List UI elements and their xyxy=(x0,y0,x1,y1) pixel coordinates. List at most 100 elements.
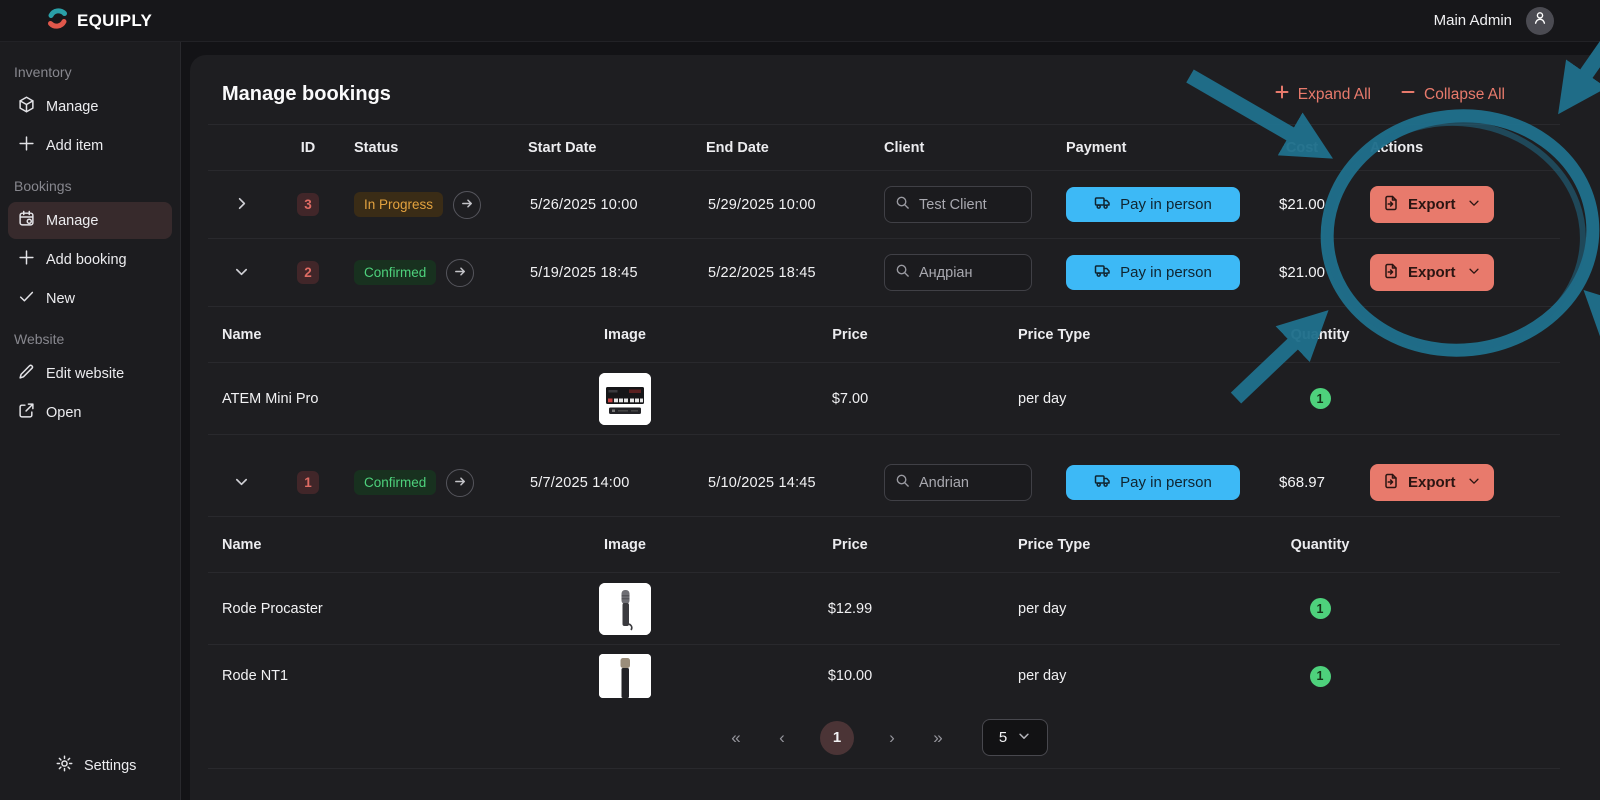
open-booking-button[interactable] xyxy=(446,258,475,287)
sidebar-item-label: Add booking xyxy=(46,251,127,268)
collapse-all-label: Collapse All xyxy=(1424,85,1505,103)
next-page-button[interactable]: › xyxy=(876,722,908,754)
column-header-price: Price xyxy=(832,326,868,343)
end-date-cell: 5/10/2025 14:45 xyxy=(708,474,816,491)
pay-in-person-button[interactable]: Pay in person xyxy=(1066,255,1240,290)
sidebar-item-settings[interactable]: Settings xyxy=(0,747,180,784)
quantity-badge: 1 xyxy=(1309,388,1331,409)
status-badge: Confirmed xyxy=(354,260,437,285)
page-size-select[interactable]: 5 xyxy=(982,719,1048,756)
item-price: $10.00 xyxy=(827,668,873,684)
open-booking-button[interactable] xyxy=(446,468,475,497)
start-date-cell: 5/26/2025 10:00 xyxy=(530,196,638,213)
external-link-icon xyxy=(18,402,35,423)
user-avatar[interactable] xyxy=(1526,6,1554,35)
sidebar-item-label: Settings xyxy=(84,757,137,774)
sidebar-item-add-item[interactable]: Add item xyxy=(8,127,172,164)
sidebar-item-label: Manage xyxy=(46,212,99,229)
item-price: $7.00 xyxy=(831,390,869,407)
export-button[interactable]: Export xyxy=(1370,464,1494,501)
status-badge: Confirmed xyxy=(354,470,437,495)
atem-mini-pro-thumbnail xyxy=(599,372,651,425)
client-value: Test Client xyxy=(919,196,987,213)
booking-row: 2 Confirmed 5/19/2025 18:45 5/22/2025 18… xyxy=(208,239,1560,307)
rode-nt1-thumbnail xyxy=(599,654,651,698)
last-page-button[interactable]: » xyxy=(922,722,954,754)
open-booking-button[interactable] xyxy=(453,190,482,219)
pay-in-person-button[interactable]: Pay in person xyxy=(1066,187,1240,222)
column-header-name: Name xyxy=(222,536,262,553)
quantity-badge: 1 xyxy=(1309,665,1331,687)
search-icon xyxy=(895,195,910,214)
rode-procaster-thumbnail xyxy=(599,582,651,635)
quantity-badge: 1 xyxy=(1309,598,1331,619)
sidebar: Inventory Manage Add item Bookings Manag… xyxy=(0,42,181,800)
sidebar-section-inventory: Inventory xyxy=(14,64,72,80)
previous-page-button[interactable]: ‹ xyxy=(766,722,798,754)
sidebar-section-bookings: Bookings xyxy=(14,178,72,194)
items-header-row: Name Image Price Price Type Quantity xyxy=(208,307,1560,363)
booking-row: 3 In Progress 5/26/2025 10:00 5/29/2025 … xyxy=(208,171,1560,239)
sidebar-item-label: Open xyxy=(46,404,82,421)
cost-cell: $21.00 xyxy=(1279,196,1325,213)
check-icon xyxy=(18,288,35,309)
client-search-input[interactable]: Andrian xyxy=(884,464,1032,501)
arrow-right-icon xyxy=(453,264,468,282)
pay-button-label: Pay in person xyxy=(1120,264,1212,281)
export-button[interactable]: Export xyxy=(1370,254,1494,291)
current-page-button[interactable]: 1 xyxy=(820,720,854,755)
search-icon xyxy=(895,473,910,492)
item-price-type: per day xyxy=(1018,600,1067,617)
item-row: Rode Procaster $12.99 per day 1 xyxy=(208,573,1560,645)
item-row: ATEM Mini Pro $7.00 per day 1 xyxy=(208,363,1560,435)
sidebar-item-inventory-manage[interactable]: Manage xyxy=(8,88,172,125)
current-user-label: Main Admin xyxy=(1433,12,1512,29)
collapse-row-button[interactable] xyxy=(226,468,256,498)
sidebar-item-edit-website[interactable]: Edit website xyxy=(8,355,172,392)
column-header-quantity: Quantity xyxy=(1290,536,1350,553)
client-value: Andrian xyxy=(919,474,969,491)
bookings-table: ID Status Start Date End Date Client Pay… xyxy=(208,124,1560,769)
export-file-icon xyxy=(1383,263,1399,283)
sidebar-item-new[interactable]: New xyxy=(8,280,172,317)
booking-id-badge: 1 xyxy=(297,471,319,494)
chevron-down-icon xyxy=(234,264,249,282)
sidebar-item-bookings-manage[interactable]: Manage xyxy=(8,202,172,239)
pay-button-label: Pay in person xyxy=(1120,474,1212,491)
client-value: Андріан xyxy=(919,264,973,281)
column-header-price: Price xyxy=(832,536,868,553)
sidebar-section-website: Website xyxy=(14,331,65,347)
pay-in-person-button[interactable]: Pay in person xyxy=(1066,465,1240,500)
brand-name: EQUIPLY xyxy=(77,10,153,30)
expand-all-button[interactable]: Expand All xyxy=(1275,85,1371,104)
page-size-value: 5 xyxy=(998,729,1008,746)
first-page-button[interactable]: « xyxy=(720,722,752,754)
main-panel: Manage bookings Expand All Collapse All … xyxy=(190,55,1600,800)
client-search-input[interactable]: Test Client xyxy=(884,186,1032,223)
item-name: ATEM Mini Pro xyxy=(222,390,319,407)
item-name: Rode Procaster xyxy=(222,600,323,617)
client-search-input[interactable]: Андріан xyxy=(884,254,1032,291)
export-button-label: Export xyxy=(1408,474,1456,491)
expand-row-button[interactable] xyxy=(226,190,256,220)
truck-icon xyxy=(1094,194,1111,215)
collapse-row-button[interactable] xyxy=(226,258,256,288)
start-date-cell: 5/19/2025 18:45 xyxy=(530,264,638,281)
sidebar-item-open-website[interactable]: Open xyxy=(8,394,172,431)
export-button-label: Export xyxy=(1408,196,1456,213)
status-badge: In Progress xyxy=(354,192,444,217)
column-header-end-date: End Date xyxy=(706,139,769,156)
expand-all-label: Expand All xyxy=(1297,85,1371,103)
search-icon xyxy=(895,263,910,282)
chevron-down-icon xyxy=(1467,474,1481,492)
collapse-all-button[interactable]: Collapse All xyxy=(1401,85,1505,104)
column-header-start-date: Start Date xyxy=(528,139,597,156)
item-name: Rode NT1 xyxy=(222,668,289,684)
item-price-type: per day xyxy=(1018,390,1067,407)
equiply-logo-icon xyxy=(44,5,71,37)
sidebar-item-add-booking[interactable]: Add booking xyxy=(8,241,172,278)
export-button[interactable]: Export xyxy=(1370,186,1494,223)
column-header-id: ID xyxy=(300,139,316,156)
table-header-row: ID Status Start Date End Date Client Pay… xyxy=(208,124,1560,171)
arrow-right-icon xyxy=(460,196,475,214)
